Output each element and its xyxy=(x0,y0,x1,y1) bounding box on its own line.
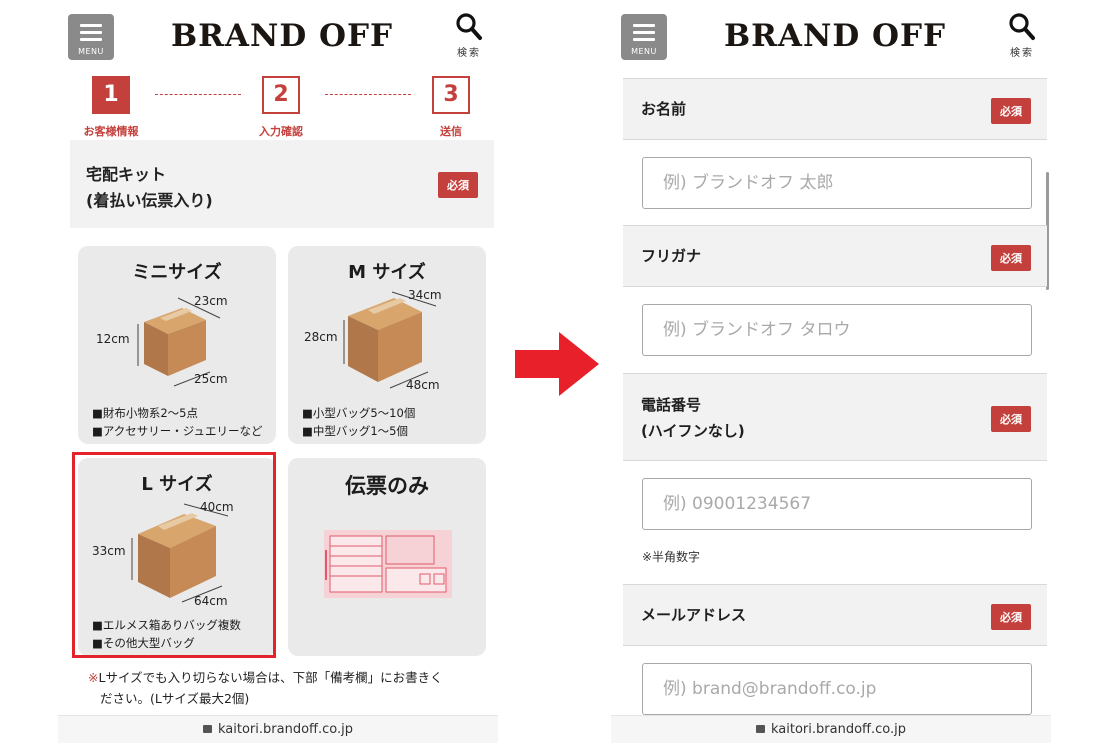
size-note: ※Lサイズでも入り切らない場合は、下部「備考欄」にお書きく ださい。(Lサイズ最… xyxy=(88,667,488,709)
step-number: 3 xyxy=(432,76,470,114)
shipping-slip-icon xyxy=(324,530,452,598)
size-description: ■小型バッグ5〜10個 ■中型バッグ1〜5個 xyxy=(302,404,415,440)
desc-line: ■アクセサリー・ジュエリーなど xyxy=(92,424,263,438)
kit-title-line1: 宅配キット xyxy=(86,165,167,184)
browser-url-bar[interactable]: kaitori.brandoff.co.jp xyxy=(611,715,1051,743)
step-confirm: 2 入力確認 xyxy=(236,76,326,139)
menu-button[interactable]: MENU xyxy=(68,14,114,60)
kit-title: 宅配キット (着払い伝票入り) xyxy=(86,162,213,214)
phone-label: 電話番号 (ハイフンなし) xyxy=(641,392,745,444)
l-size-highlight-frame xyxy=(72,452,276,658)
desc-line: ■中型バッグ1〜5個 xyxy=(302,424,408,438)
step-connector xyxy=(155,94,241,95)
desc-line: ■財布小物系2〜5点 xyxy=(92,406,198,420)
dim-width: 34cm xyxy=(408,288,442,302)
furigana-input[interactable] xyxy=(642,304,1032,356)
step-number: 1 xyxy=(92,76,130,114)
phone-label-line1: 電話番号 xyxy=(641,396,702,414)
phone-section-header: 電話番号 (ハイフンなし) 必須 xyxy=(623,373,1047,461)
lock-icon xyxy=(756,725,765,733)
search-button[interactable]: 検索 xyxy=(1005,12,1039,59)
comparison-screenshot: MENU BRAND OFF 検索 1 お客様情報 2 入力確認 3 送信 宅配… xyxy=(0,0,1115,743)
email-label: メールアドレス xyxy=(641,606,747,624)
kit-title-line2: (着払い伝票入り) xyxy=(86,191,213,210)
search-label: 検索 xyxy=(457,48,481,59)
required-badge: 必須 xyxy=(438,172,478,198)
brand-logo[interactable]: BRAND OFF xyxy=(707,18,963,54)
menu-label: MENU xyxy=(78,47,104,56)
browser-url-bar[interactable]: kaitori.brandoff.co.jp xyxy=(58,715,498,743)
dim-width: 23cm xyxy=(194,294,228,308)
size-title: ミニサイズ xyxy=(132,262,222,283)
size-card-m[interactable]: M サイズ 34cm 28cm 48cm ■小型バッグ5〜10個 ■中型バッグ1… xyxy=(288,246,486,444)
dim-height: 12cm xyxy=(96,332,130,346)
dim-depth: 25cm xyxy=(194,372,228,386)
step-label: お客様情報 xyxy=(83,125,139,138)
step-label: 送信 xyxy=(440,125,462,138)
name-section-header: お名前 必須 xyxy=(623,78,1047,140)
size-title: 伝票のみ xyxy=(345,474,429,498)
step-customer-info: 1 お客様情報 xyxy=(66,76,156,139)
name-label: お名前 xyxy=(641,100,687,118)
delivery-kit-header: 宅配キット (着払い伝票入り) 必須 xyxy=(70,140,494,228)
note-line2: ださい。(Lサイズ最大2個) xyxy=(100,691,250,706)
size-card-slip-only[interactable]: 伝票のみ xyxy=(288,458,486,656)
right-arrow-icon xyxy=(515,332,599,396)
hamburger-icon xyxy=(633,24,655,45)
phone-input[interactable] xyxy=(642,478,1032,530)
required-badge: 必須 xyxy=(991,98,1031,124)
url-text: kaitori.brandoff.co.jp xyxy=(771,722,906,737)
email-input[interactable] xyxy=(642,663,1032,715)
phone-hint: ※半角数字 xyxy=(642,550,701,564)
note-line1: Lサイズでも入り切らない場合は、下部「備考欄」にお書きく xyxy=(98,670,443,685)
site-header: MENU BRAND OFF 検索 xyxy=(611,0,1051,72)
step-label: 入力確認 xyxy=(259,125,303,138)
url-text: kaitori.brandoff.co.jp xyxy=(218,722,353,737)
search-icon xyxy=(1009,13,1035,40)
menu-label: MENU xyxy=(631,47,657,56)
dim-depth: 48cm xyxy=(406,378,440,392)
size-title: M サイズ xyxy=(348,262,426,283)
search-icon xyxy=(456,13,482,40)
step-send: 3 送信 xyxy=(406,76,496,139)
search-label: 検索 xyxy=(1010,48,1034,59)
step-number: 2 xyxy=(262,76,300,114)
email-section-header: メールアドレス 必須 xyxy=(623,584,1047,646)
step-connector xyxy=(325,94,411,95)
desc-line: ■小型バッグ5〜10個 xyxy=(302,406,416,420)
right-phone-screen: MENU BRAND OFF 検索 お名前 必須 フリガナ 必須 xyxy=(611,0,1051,743)
furigana-label: フリガナ xyxy=(641,247,702,265)
brand-logo[interactable]: BRAND OFF xyxy=(154,18,410,54)
phone-label-line2: (ハイフンなし) xyxy=(641,422,745,440)
required-badge: 必須 xyxy=(991,604,1031,630)
menu-button[interactable]: MENU xyxy=(621,14,667,60)
note-mark: ※ xyxy=(88,670,99,685)
size-description: ■財布小物系2〜5点 ■アクセサリー・ジュエリーなど xyxy=(92,404,262,440)
required-badge: 必須 xyxy=(991,245,1031,271)
required-badge: 必須 xyxy=(991,406,1031,432)
furigana-section-header: フリガナ 必須 xyxy=(623,225,1047,287)
progress-steps: 1 お客様情報 2 入力確認 3 送信 xyxy=(58,72,498,140)
size-card-mini[interactable]: ミニサイズ 23cm 12cm 25cm ■財布小物系2〜5点 ■アクセサリー・… xyxy=(78,246,276,444)
name-input[interactable] xyxy=(642,157,1032,209)
dim-height: 28cm xyxy=(304,330,338,344)
lock-icon xyxy=(203,725,212,733)
search-button[interactable]: 検索 xyxy=(452,12,486,59)
hamburger-icon xyxy=(80,24,102,45)
site-header: MENU BRAND OFF 検索 xyxy=(58,0,498,72)
